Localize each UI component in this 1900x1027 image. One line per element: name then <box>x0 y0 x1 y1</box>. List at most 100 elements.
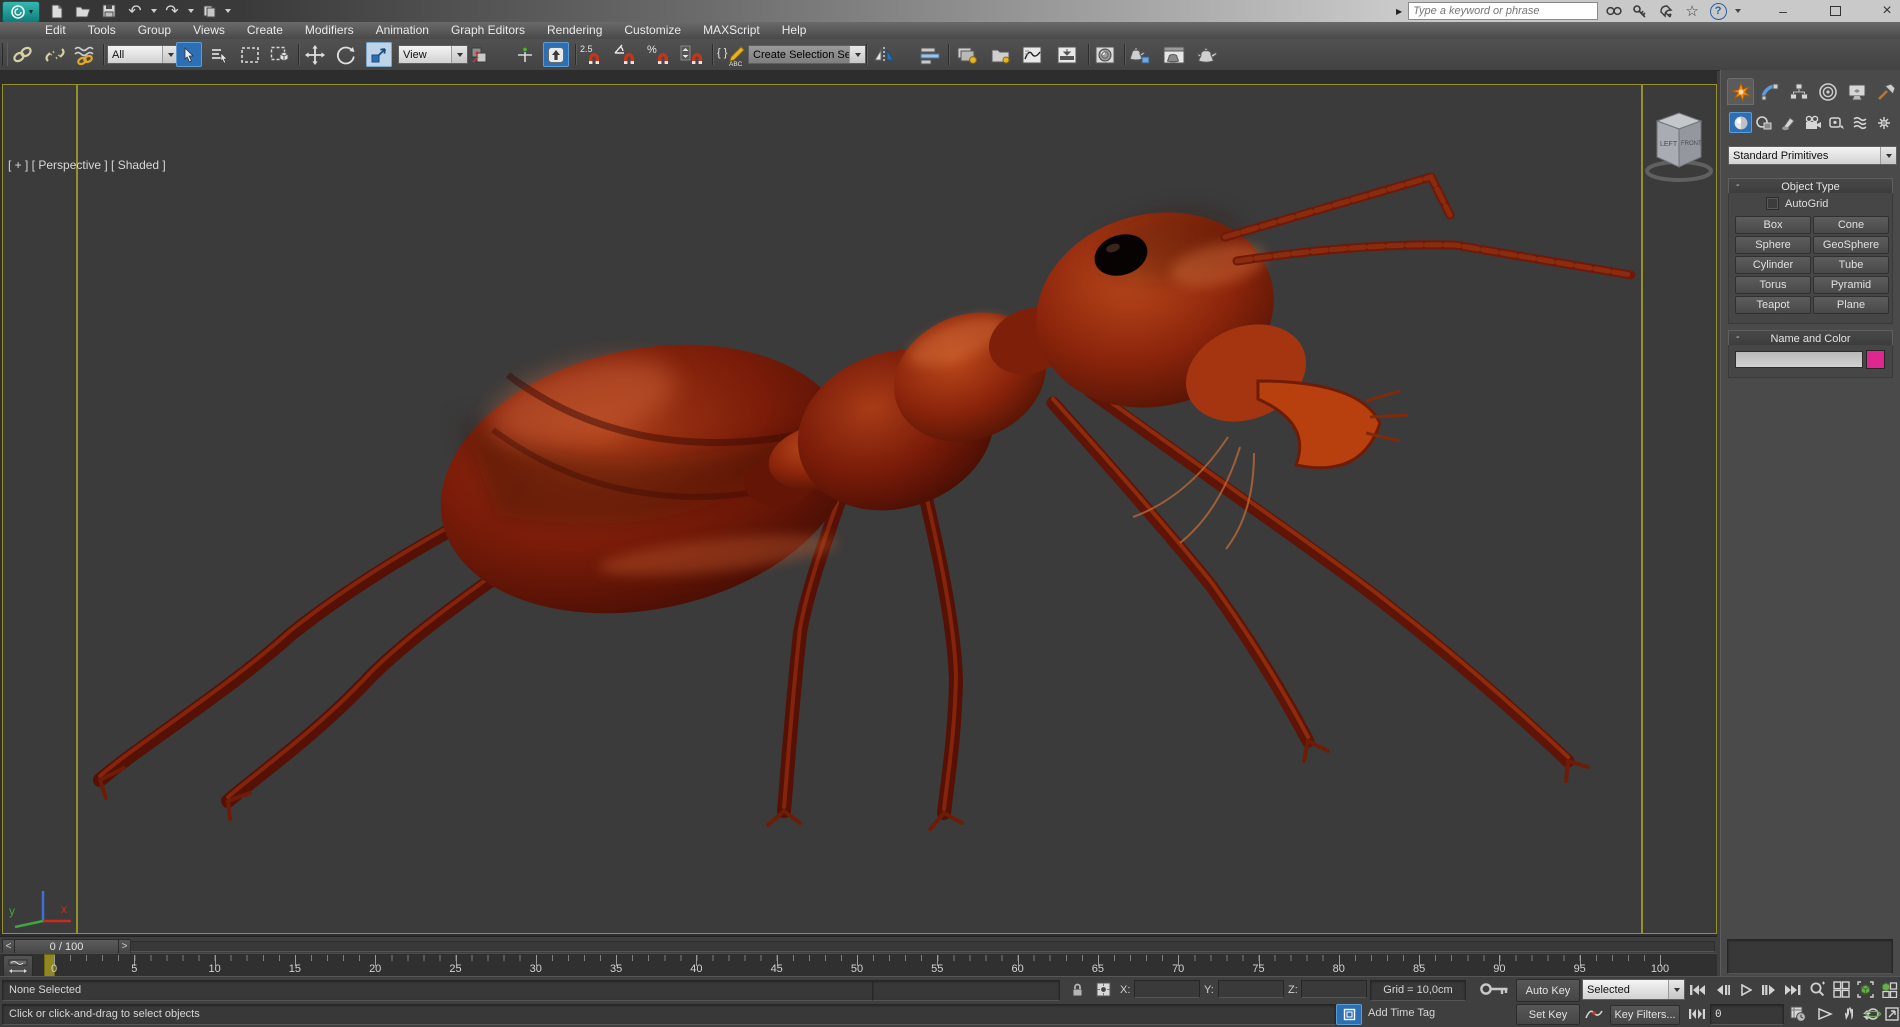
unlink-selection-icon[interactable] <box>42 42 68 67</box>
new-scene-icon[interactable] <box>46 2 68 20</box>
go-to-start-button[interactable] <box>1686 980 1708 999</box>
use-pivot-point-center-button[interactable] <box>466 42 492 67</box>
dropdown-caret-icon[interactable] <box>1880 147 1896 164</box>
rollout-collapse-icon[interactable]: - <box>1736 331 1740 343</box>
menu-rendering[interactable]: Rendering <box>536 22 613 39</box>
spinner-snap-toggle-icon[interactable] <box>679 42 705 67</box>
subscription-key-icon[interactable] <box>1630 3 1650 19</box>
previous-frame-button[interactable] <box>1712 980 1734 999</box>
menu-maxscript[interactable]: MAXScript <box>692 22 771 39</box>
viewport-right-sliver[interactable]: LEFT FRONT <box>1642 84 1717 934</box>
help-caret-icon[interactable] <box>1735 9 1742 13</box>
primitive-button-geosphere[interactable]: GeoSphere <box>1813 236 1889 254</box>
menu-help[interactable]: Help <box>771 22 818 39</box>
minimize-button[interactable]: – <box>1770 2 1796 20</box>
maximize-button[interactable] <box>1822 2 1848 20</box>
primitive-button-tube[interactable]: Tube <box>1813 256 1889 274</box>
save-file-icon[interactable] <box>98 2 120 20</box>
auto-key-button[interactable]: Auto Key <box>1516 979 1580 1002</box>
menu-animation[interactable]: Animation <box>365 22 440 39</box>
application-menu-button[interactable] <box>2 1 40 23</box>
keyboard-shortcut-override-toggle[interactable] <box>543 42 569 67</box>
communication-center-icon[interactable] <box>1656 3 1676 19</box>
reference-coordinate-dropdown[interactable]: View <box>398 45 468 64</box>
schematic-view-button[interactable] <box>1054 42 1080 67</box>
isolate-selection-toggle[interactable] <box>1336 1004 1362 1025</box>
render-production-button[interactable] <box>1195 42 1221 67</box>
go-to-end-button[interactable] <box>1782 980 1804 999</box>
undo-icon[interactable]: ↶ <box>124 2 146 20</box>
toggle-scene-explorer-button[interactable] <box>988 42 1014 67</box>
manage-layers-button[interactable] <box>954 42 980 67</box>
infocenter-flyout-icon[interactable]: ▶ <box>1396 7 1402 16</box>
category-cameras[interactable] <box>1801 112 1824 133</box>
pan-view-button[interactable] <box>1838 1004 1860 1023</box>
align-button[interactable] <box>917 42 943 67</box>
primitive-button-pyramid[interactable]: Pyramid <box>1813 276 1889 294</box>
viewport-left-sliver[interactable]: y x <box>2 84 77 934</box>
object-name-field[interactable] <box>1735 351 1863 368</box>
search-icon[interactable] <box>1604 3 1624 19</box>
help-icon[interactable]: ? <box>1708 2 1728 20</box>
select-and-link-icon[interactable] <box>10 42 36 67</box>
menu-group[interactable]: Group <box>127 22 182 39</box>
tab-motion[interactable] <box>1814 78 1841 105</box>
snaps-toggle-2.5d-icon[interactable]: 2.5 <box>579 42 605 67</box>
default-in-out-tangents-icon[interactable] <box>1582 1004 1606 1023</box>
category-lights[interactable] <box>1777 112 1800 133</box>
time-slider[interactable]: 0 / 100 <box>14 939 119 954</box>
viewcube[interactable]: LEFT FRONT <box>1643 95 1716 205</box>
dropdown-caret-icon[interactable] <box>451 46 467 63</box>
tab-hierarchy[interactable] <box>1785 78 1812 105</box>
project-folder-icon[interactable] <box>198 2 220 20</box>
percent-snap-toggle-icon[interactable]: % <box>646 42 672 67</box>
category-geometry[interactable] <box>1729 112 1752 133</box>
search-input[interactable] <box>1408 2 1599 20</box>
selection-filter-dropdown[interactable]: All <box>107 45 179 64</box>
key-filters-button[interactable]: Key Filters... <box>1610 1005 1680 1025</box>
select-and-rotate-button[interactable] <box>333 42 359 67</box>
absolute-offset-mode-toggle[interactable] <box>1092 980 1114 999</box>
render-setup-button[interactable] <box>1127 42 1153 67</box>
mirror-button[interactable] <box>871 42 897 67</box>
time-configuration-button[interactable] <box>1786 1004 1810 1023</box>
menu-modifiers[interactable]: Modifiers <box>294 22 365 39</box>
field-of-view-button[interactable] <box>1814 1004 1836 1023</box>
orbit-view-button[interactable] <box>1862 1004 1884 1023</box>
tab-utilities[interactable] <box>1872 78 1899 105</box>
animation-selection-dropdown[interactable]: Selected <box>1582 979 1685 1000</box>
zoom-extents-button[interactable] <box>1854 979 1876 1000</box>
autogrid-checkbox[interactable] <box>1766 197 1779 210</box>
set-key-button[interactable]: Set Key <box>1516 1004 1580 1025</box>
select-and-move-button[interactable] <box>302 42 328 67</box>
category-shapes[interactable] <box>1753 112 1776 133</box>
close-button[interactable]: × <box>1874 2 1900 20</box>
tab-modify[interactable] <box>1756 78 1783 105</box>
primitive-button-sphere[interactable]: Sphere <box>1735 236 1811 254</box>
viewport-label[interactable]: [ + ] [ Perspective ] [ Shaded ] <box>8 158 166 172</box>
open-mini-curve-editor-button[interactable] <box>3 955 33 977</box>
named-selection-sets-dropdown[interactable]: Create Selection Se <box>748 45 866 64</box>
time-slider-track[interactable] <box>130 941 1715 952</box>
workspace-caret-icon[interactable] <box>225 9 231 13</box>
material-editor-button[interactable] <box>1092 42 1118 67</box>
redo-history-caret-icon[interactable] <box>188 9 194 13</box>
selection-lock-toggle[interactable] <box>1066 980 1088 999</box>
select-and-manipulate-button[interactable] <box>512 42 538 67</box>
dropdown-caret-icon[interactable] <box>1668 980 1684 999</box>
object-color-swatch[interactable] <box>1866 350 1885 369</box>
zoom-extents-all-button[interactable] <box>1878 979 1900 1000</box>
viewport-perspective[interactable] <box>77 84 1642 934</box>
redo-icon[interactable]: ↷ <box>161 2 183 20</box>
primitive-button-torus[interactable]: Torus <box>1735 276 1811 294</box>
undo-history-caret-icon[interactable] <box>151 9 157 13</box>
open-file-icon[interactable] <box>72 2 94 20</box>
x-coordinate-field[interactable] <box>1134 980 1200 998</box>
rollout-collapse-icon[interactable]: - <box>1736 179 1740 191</box>
select-object-button[interactable] <box>176 42 202 67</box>
key-mode-toggle-button[interactable] <box>1686 1004 1708 1023</box>
menu-edit[interactable]: Edit <box>34 22 77 39</box>
primitive-button-box[interactable]: Box <box>1735 216 1811 234</box>
set-keys-key-icon[interactable] <box>1478 977 1512 1001</box>
rendered-frame-window-button[interactable] <box>1161 42 1187 67</box>
